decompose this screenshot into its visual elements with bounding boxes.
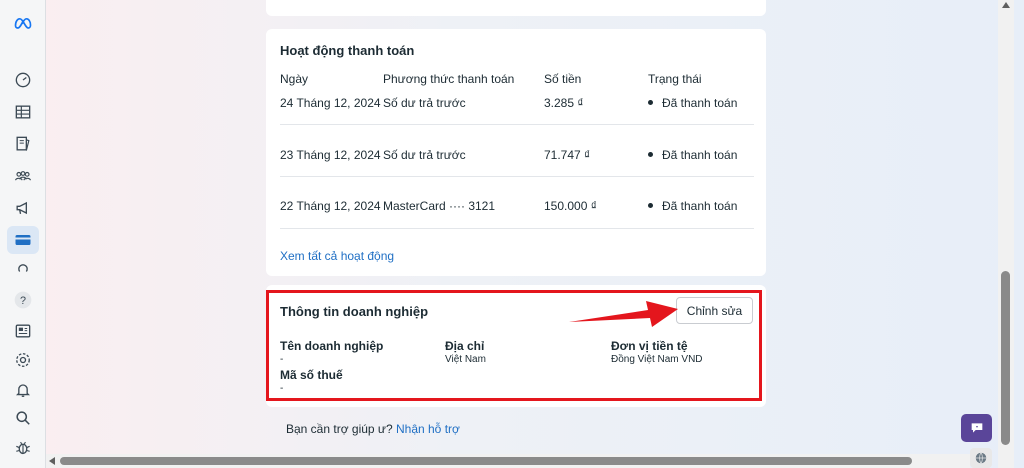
column-header-amount: Số tiền <box>544 72 582 86</box>
status-dot <box>648 203 653 209</box>
view-all-activity-link[interactable]: Xem tất cả hoạt động <box>280 249 394 263</box>
get-support-link[interactable]: Nhận hỗ trợ <box>396 422 460 436</box>
row-status: Đã thanh toán <box>648 148 737 162</box>
payment-activity-card: Hoạt động thanh toán Ngày Phương thức th… <box>266 29 766 276</box>
globe-icon[interactable] <box>970 448 992 468</box>
bell-icon[interactable] <box>7 376 39 404</box>
column-header-status: Trạng thái <box>648 72 702 86</box>
row-method: MasterCard ···· 3121 <box>383 199 496 213</box>
meta-logo-icon[interactable] <box>7 9 39 37</box>
row-amount: 3.285 ₫ <box>544 96 584 110</box>
sidebar: ? <box>0 0 46 468</box>
catalog-icon[interactable] <box>7 130 39 158</box>
row-status-label: Đã thanh toán <box>662 148 738 162</box>
column-header-date: Ngày <box>280 72 309 86</box>
row-status: Đã thanh toán <box>648 96 737 110</box>
status-dot <box>648 152 653 158</box>
help-icon[interactable]: ? <box>7 286 39 314</box>
loading-icon <box>7 255 39 283</box>
row-status-label: Đã thanh toán <box>662 96 738 110</box>
column-header-method: Phương thức thanh toán <box>383 72 515 86</box>
scroll-up-icon[interactable] <box>1002 2 1010 8</box>
chat-button[interactable] <box>961 414 992 442</box>
help-text: Bạn cần trợ giúp ư? <box>286 422 393 436</box>
row-method: Số dư trả trước <box>383 148 466 162</box>
row-date: 24 Tháng 12, 2024 <box>280 96 381 110</box>
row-divider <box>280 228 754 229</box>
chat-icon <box>971 423 982 433</box>
table-icon[interactable] <box>7 98 39 126</box>
help-footer: Bạn cần trợ giúp ư? Nhận hỗ trợ <box>286 422 460 436</box>
horizontal-scrollbar[interactable] <box>46 454 970 468</box>
row-divider <box>280 124 754 125</box>
svg-text:?: ? <box>20 295 26 307</box>
vertical-scrollbar[interactable] <box>998 0 1014 468</box>
payment-activity-title: Hoạt động thanh toán <box>280 43 415 58</box>
row-amount: 150.000 ₫ <box>544 199 597 213</box>
row-divider <box>280 176 754 177</box>
settings-icon[interactable] <box>7 346 39 374</box>
row-method: Số dư trả trước <box>383 96 466 110</box>
row-date: 23 Tháng 12, 2024 <box>280 148 381 162</box>
news-icon[interactable] <box>7 317 39 345</box>
dashboard-icon[interactable] <box>7 66 39 94</box>
scroll-left-icon[interactable] <box>49 457 55 465</box>
search-icon[interactable] <box>7 404 39 432</box>
people-icon[interactable] <box>7 162 39 190</box>
highlight-box <box>266 290 762 401</box>
row-amount: 71.747 ₫ <box>544 148 591 162</box>
row-date: 22 Tháng 12, 2024 <box>280 199 381 213</box>
vertical-scroll-thumb[interactable] <box>1001 271 1010 445</box>
megaphone-icon[interactable] <box>7 194 39 222</box>
arrow-icon <box>569 301 678 327</box>
row-status: Đã thanh toán <box>648 199 737 213</box>
previous-card <box>266 0 766 16</box>
horizontal-scroll-thumb[interactable] <box>60 457 912 465</box>
row-status-label: Đã thanh toán <box>662 199 738 213</box>
status-dot <box>648 100 653 106</box>
bug-icon[interactable] <box>7 434 39 462</box>
billing-card-icon[interactable] <box>7 226 39 254</box>
